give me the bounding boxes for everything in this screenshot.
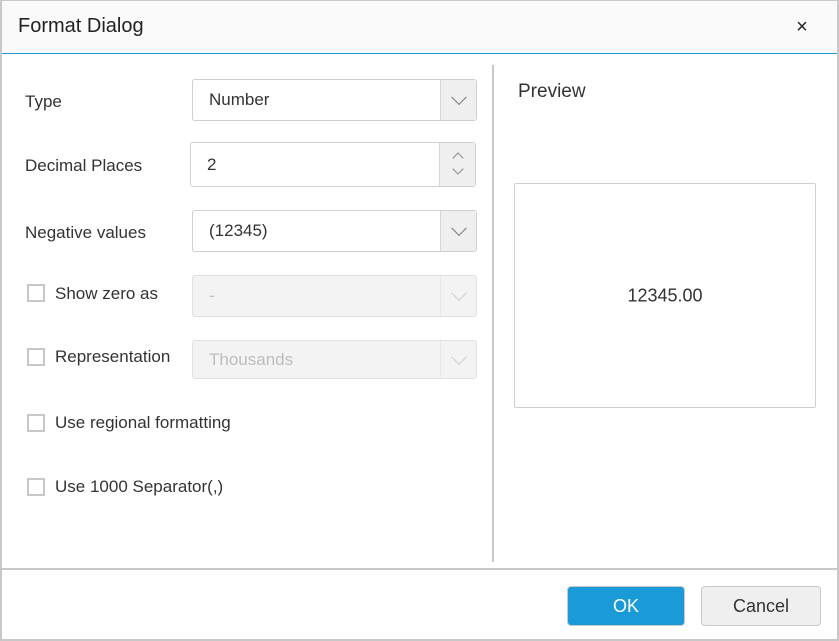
dialog-header: Format Dialog × [2,1,837,54]
regional-formatting-label[interactable]: Use regional formatting [55,413,231,433]
type-label: Type [25,92,62,111]
show-zero-as-value: - [209,286,215,305]
negative-values-label: Negative values [25,223,146,242]
thousand-separator-checkbox[interactable] [27,478,45,496]
show-zero-as-dropdown: - [192,275,477,317]
chevron-down-icon [450,220,467,237]
chevron-down-icon [450,348,467,365]
close-icon[interactable]: × [791,16,813,38]
show-zero-as-label[interactable]: Show zero as [55,284,158,304]
preview-box: 12345.00 [514,183,816,408]
decimal-places-value[interactable]: 2 [207,155,216,175]
show-zero-as-dropdown-button [440,276,476,316]
format-dialog: Format Dialog × Type Number Decimal Plac… [0,0,839,641]
representation-checkbox[interactable] [27,348,45,366]
representation-dropdown-button [440,341,476,378]
spinner-buttons [439,143,475,186]
negative-values-dropdown-button[interactable] [440,211,476,251]
footer-divider [2,568,837,570]
decimal-places-label: Decimal Places [25,156,143,175]
cancel-button[interactable]: Cancel [701,586,821,626]
negative-values-dropdown[interactable]: (12345) [192,210,477,252]
thousand-separator-label[interactable]: Use 1000 Separator(,) [55,477,223,497]
chevron-down-icon [450,89,467,106]
chevron-down-icon [450,285,467,302]
preview-value: 12345.00 [627,285,703,305]
show-zero-as-checkbox[interactable] [27,284,45,302]
negative-values-value: (12345) [209,221,268,240]
chevron-down-icon[interactable] [451,163,464,175]
representation-value: Thousands [209,349,294,369]
regional-formatting-checkbox[interactable] [27,414,45,432]
type-value: Number [209,90,270,109]
type-dropdown[interactable]: Number [192,79,477,121]
type-dropdown-button[interactable] [440,80,476,120]
panel-divider [492,65,494,562]
decimal-places-stepper[interactable]: 2 [190,142,476,187]
ok-button[interactable]: OK [567,586,685,626]
representation-dropdown: Thousands [192,340,477,379]
preview-title: Preview [518,81,586,102]
dialog-title: Format Dialog [18,15,144,37]
representation-label[interactable]: Representation [55,347,170,367]
